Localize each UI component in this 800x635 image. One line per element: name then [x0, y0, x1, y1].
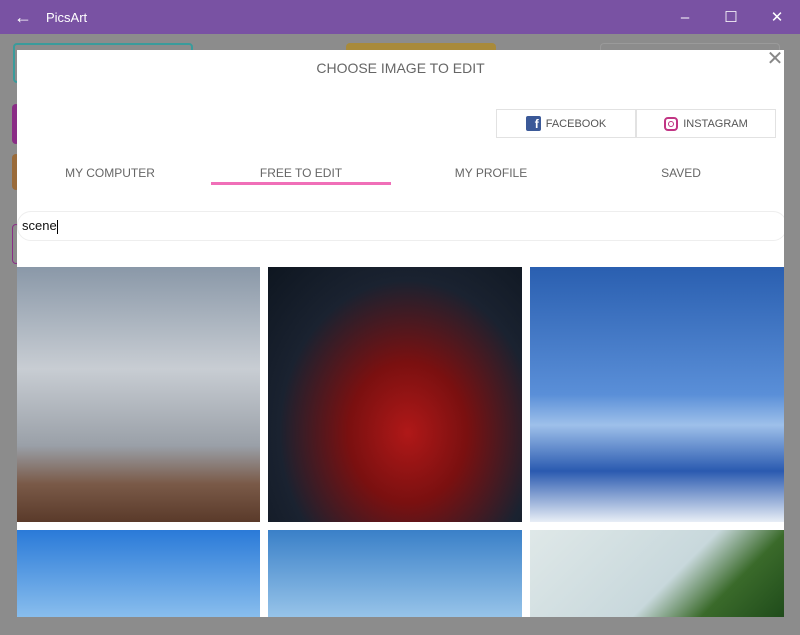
instagram-label: INSTAGRAM — [683, 117, 748, 130]
facebook-button[interactable]: f FACEBOOK — [496, 109, 636, 138]
image-thumbnail-clouds[interactable] — [268, 530, 522, 617]
image-thumbnail-landscape[interactable] — [530, 530, 784, 617]
image-thumbnail-snow-forest[interactable] — [530, 267, 784, 522]
maximize-button[interactable]: ☐ — [708, 0, 754, 34]
close-dialog-button[interactable]: ✕ — [764, 50, 784, 71]
tab-free-to-edit[interactable]: FREE TO EDIT — [211, 166, 391, 180]
image-thumbnail-angel[interactable] — [17, 267, 260, 522]
instagram-button[interactable]: INSTAGRAM — [636, 109, 776, 138]
title-bar: ← PicsArt – ☐ ✕ — [0, 0, 800, 34]
text-caret — [56, 219, 58, 234]
facebook-label: FACEBOOK — [545, 117, 607, 130]
instagram-icon — [664, 116, 679, 131]
active-tab-indicator — [211, 182, 391, 185]
tab-my-computer[interactable]: MY COMPUTER — [20, 166, 200, 180]
minimize-button[interactable]: – — [662, 0, 708, 34]
search-value: scene — [22, 218, 57, 233]
image-thumbnail-sky[interactable] — [17, 530, 260, 617]
back-button[interactable]: ← — [0, 7, 46, 28]
tab-my-profile[interactable]: MY PROFILE — [401, 166, 581, 180]
app-title: PicsArt — [46, 9, 88, 25]
search-input[interactable]: scene — [17, 211, 784, 241]
image-thumbnail-portrait[interactable] — [268, 267, 522, 522]
dialog-title: CHOOSE IMAGE TO EDIT — [316, 60, 485, 76]
choose-image-dialog: CHOOSE IMAGE TO EDIT ✕ f FACEBOOK INSTAG… — [17, 50, 784, 617]
tab-saved[interactable]: SAVED — [591, 166, 771, 180]
close-window-button[interactable]: ✕ — [754, 0, 800, 34]
facebook-icon: f — [525, 116, 541, 131]
